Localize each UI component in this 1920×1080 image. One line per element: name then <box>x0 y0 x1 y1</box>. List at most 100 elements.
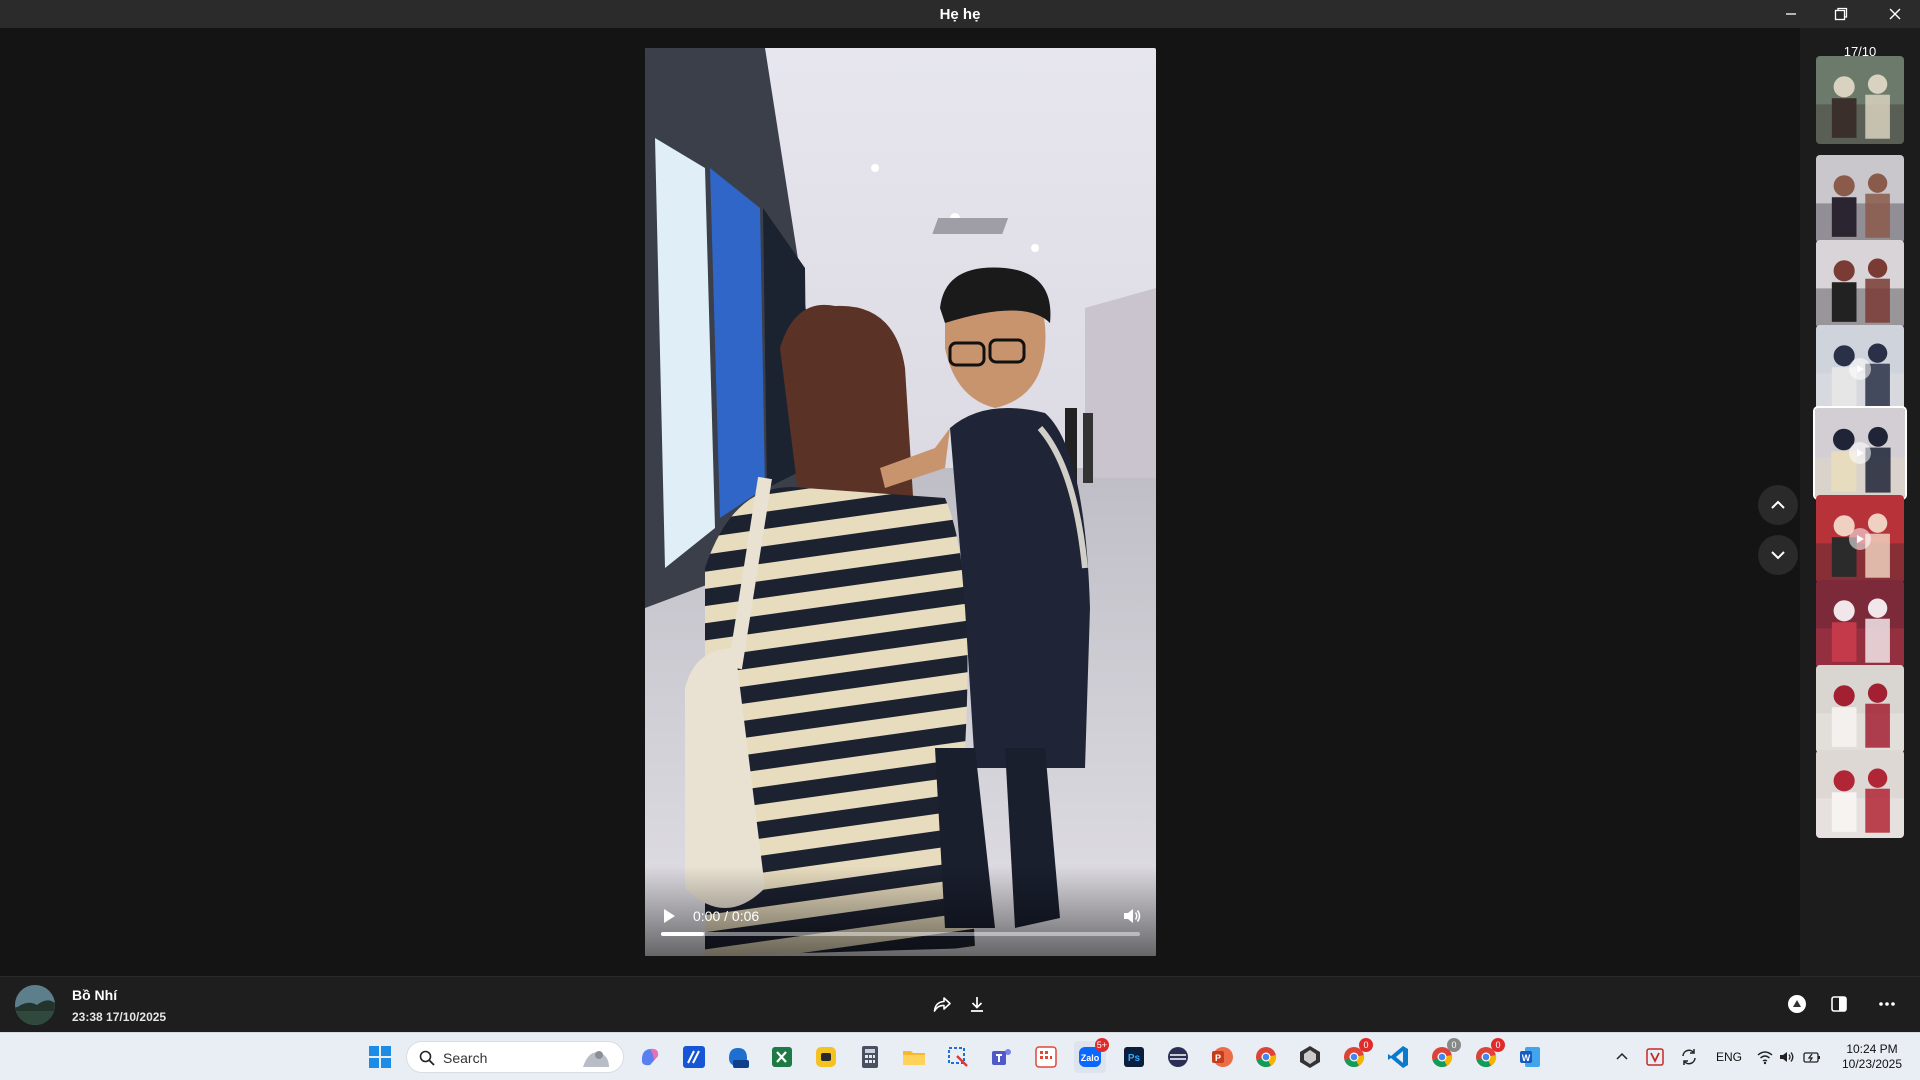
thumbnail-image <box>1816 580 1904 668</box>
thumbnail-image <box>1816 240 1904 328</box>
taskbar-yellow-app[interactable] <box>810 1041 842 1073</box>
avatar[interactable] <box>15 985 55 1025</box>
thumbnail-item[interactable] <box>1816 750 1904 838</box>
window-title: Hẹ hẹ <box>939 6 981 23</box>
tray-volume[interactable] <box>1776 1041 1798 1073</box>
taskbar-app-grid[interactable] <box>1030 1041 1062 1073</box>
taskbar-vscode[interactable] <box>1382 1041 1414 1073</box>
volume-button[interactable] <box>1122 906 1142 926</box>
thumbnail-item[interactable] <box>1816 155 1904 243</box>
photoshop-icon: Ps <box>1124 1047 1144 1067</box>
taskbar-chrome-profile-1[interactable]: 0 <box>1338 1038 1373 1073</box>
download-icon <box>971 997 983 1012</box>
tray-antivirus[interactable] <box>1642 1041 1668 1073</box>
close-icon <box>1889 8 1901 20</box>
svg-text:W: W <box>1522 1053 1531 1063</box>
word-icon: W <box>1520 1047 1540 1067</box>
play-button[interactable] <box>659 906 679 926</box>
taskbar-round-app[interactable] <box>1162 1041 1194 1073</box>
thumbnail-item[interactable] <box>1813 406 1907 500</box>
microsoft-365-icon <box>729 1048 749 1068</box>
video-player[interactable]: 0:00 / 0:06 <box>645 48 1156 956</box>
calculator-icon <box>862 1046 878 1068</box>
powerpoint-icon: P <box>1212 1047 1233 1067</box>
video-frame <box>645 48 1156 956</box>
app-grid-icon <box>1035 1046 1057 1068</box>
more-options-button[interactable] <box>1874 991 1900 1017</box>
edit-circle-icon <box>1788 995 1806 1013</box>
vscode-icon <box>1388 1046 1408 1068</box>
taskbar-chrome[interactable] <box>1250 1041 1282 1073</box>
show-hidden-icons-button[interactable] <box>1610 1041 1634 1073</box>
sync-icon <box>1682 1049 1696 1065</box>
minimize-button[interactable] <box>1768 0 1814 28</box>
copilot-icon <box>641 1048 659 1066</box>
video-progress-bar[interactable] <box>661 932 1140 936</box>
taskbar-calculator[interactable] <box>854 1041 886 1073</box>
toggle-sidebar-button[interactable] <box>1826 991 1852 1017</box>
taskbar-zalo[interactable]: Zalo 5+ <box>1074 1038 1109 1073</box>
svg-text:P: P <box>1215 1053 1221 1063</box>
snipping-tool-icon <box>948 1047 968 1067</box>
chrome-profile-1-badge: 0 <box>1359 1038 1373 1052</box>
play-icon <box>1849 442 1871 464</box>
taskbar-linear[interactable] <box>678 1041 710 1073</box>
chrome-profile-2-badge: 0 <box>1447 1038 1461 1052</box>
tray-sync[interactable] <box>1676 1041 1702 1073</box>
close-button[interactable] <box>1872 0 1918 28</box>
tray-wifi[interactable] <box>1754 1041 1776 1073</box>
battery-charging-icon <box>1803 1052 1820 1063</box>
thumbnail-item[interactable] <box>1816 325 1904 413</box>
start-button[interactable] <box>364 1041 396 1073</box>
taskbar-teams[interactable] <box>986 1041 1018 1073</box>
taskbar-word[interactable]: W <box>1514 1041 1546 1073</box>
thumbnail-item[interactable] <box>1816 580 1904 668</box>
thumbnail-item[interactable] <box>1816 665 1904 753</box>
excel-icon <box>772 1047 792 1067</box>
share-button[interactable] <box>929 991 955 1017</box>
taskbar-chrome-profile-3[interactable]: 0 <box>1470 1038 1505 1073</box>
taskbar-file-explorer[interactable] <box>898 1041 930 1073</box>
taskbar-unity[interactable] <box>1294 1041 1326 1073</box>
folder-icon <box>903 1051 925 1065</box>
round-app-icon <box>1168 1047 1188 1067</box>
media-viewer: 0:00 / 0:06 <box>0 28 1800 976</box>
zalo-notification-badge: 5+ <box>1094 1038 1109 1052</box>
thumbnail-image <box>1816 56 1904 144</box>
taskbar: Search Zalo 5+ Ps P 0 0 0 W ENG 10:24 PM… <box>0 1032 1920 1080</box>
tray-battery[interactable] <box>1800 1041 1824 1073</box>
taskbar-copilot[interactable] <box>634 1041 666 1073</box>
download-button[interactable] <box>964 991 990 1017</box>
input-language[interactable]: ENG <box>1716 1050 1742 1064</box>
play-icon <box>1849 358 1871 380</box>
restore-button[interactable] <box>1818 0 1864 28</box>
clock-date: 10/23/2025 <box>1841 1057 1903 1071</box>
search-placeholder: Search <box>443 1050 488 1066</box>
thumbnail-item[interactable] <box>1816 240 1904 328</box>
image-edit-button[interactable] <box>1784 991 1810 1017</box>
video-time: 0:00 / 0:06 <box>693 908 760 924</box>
sent-timestamp: 23:38 17/10/2025 <box>72 1010 167 1024</box>
taskbar-clock[interactable]: 10:24 PM 10/23/2025 <box>1832 1042 1912 1072</box>
taskbar-photoshop[interactable]: Ps <box>1118 1041 1150 1073</box>
chrome-icon <box>1256 1047 1277 1068</box>
video-progress-fill <box>661 932 705 936</box>
thumbnail-item[interactable] <box>1816 495 1904 583</box>
previous-media-button[interactable] <box>1758 485 1798 525</box>
taskbar-chrome-profile-2[interactable]: 0 <box>1426 1038 1461 1073</box>
thumbnail-image <box>1816 665 1904 753</box>
taskbar-microsoft-365[interactable] <box>722 1041 754 1073</box>
volume-icon <box>1124 909 1141 923</box>
chrome-profile-3-badge: 0 <box>1491 1038 1505 1052</box>
next-media-button[interactable] <box>1758 535 1798 575</box>
thumbnail-item[interactable] <box>1816 56 1904 144</box>
antivirus-shield-icon <box>1646 1048 1664 1066</box>
avatar-image <box>15 985 55 1025</box>
taskbar-powerpoint[interactable]: P <box>1206 1041 1238 1073</box>
thumbnail-image <box>1816 750 1904 838</box>
more-icon <box>1879 1002 1895 1006</box>
taskbar-search[interactable]: Search <box>406 1041 624 1073</box>
chevron-down-icon <box>1771 551 1785 560</box>
taskbar-snipping-tool[interactable] <box>942 1041 974 1073</box>
taskbar-excel[interactable] <box>766 1041 798 1073</box>
